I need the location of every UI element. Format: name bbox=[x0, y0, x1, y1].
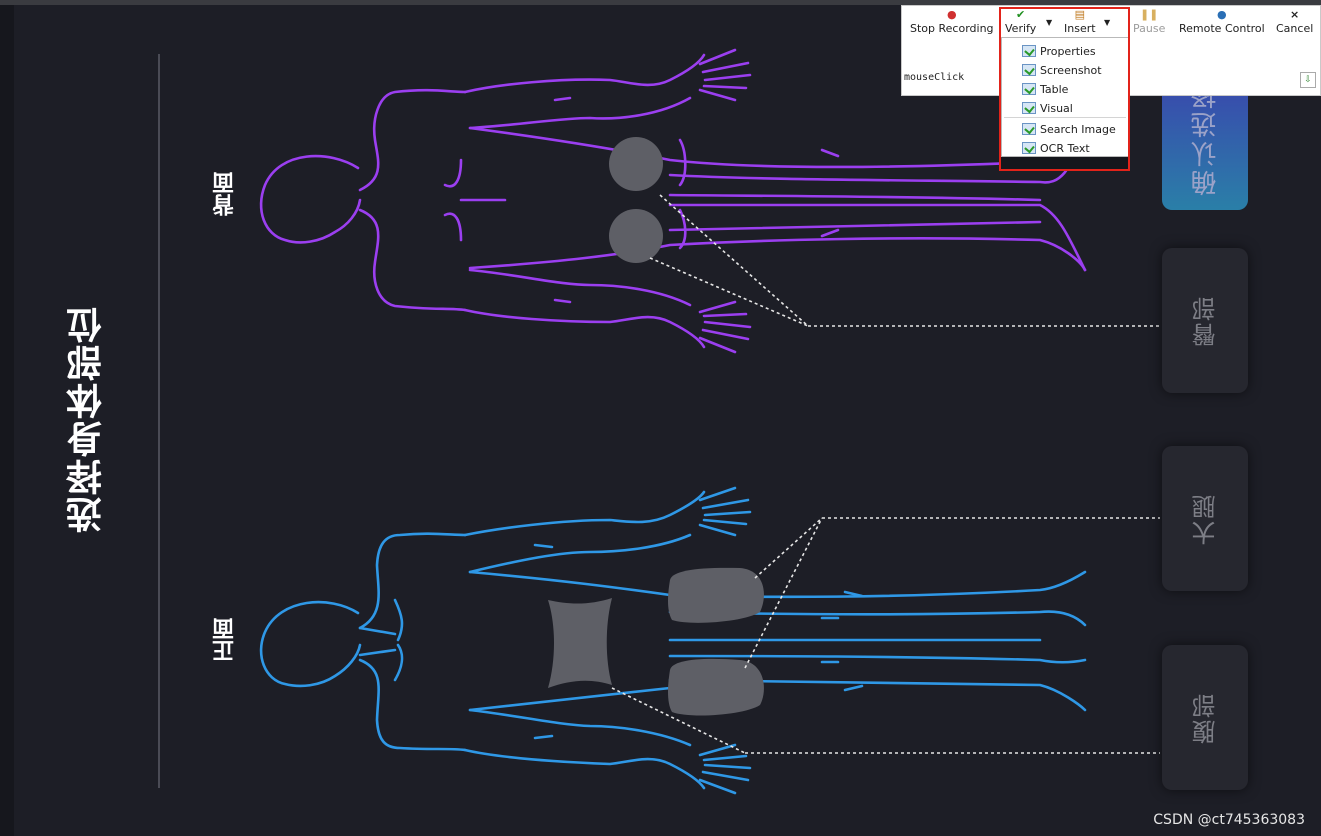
body-part-label: 大腿 bbox=[1191, 492, 1220, 545]
body-part-button-abdomen[interactable]: 腹部 bbox=[1162, 645, 1248, 790]
recorder-status-text: mouseClick bbox=[904, 72, 965, 83]
remote-control-button[interactable]: ● Remote Control bbox=[1179, 8, 1265, 42]
right-thigh-area[interactable] bbox=[668, 658, 764, 716]
upper-back-area[interactable] bbox=[609, 137, 663, 191]
close-icon: × bbox=[1290, 8, 1300, 21]
body-part-label: 臀部 bbox=[1191, 294, 1220, 347]
body-part-button-buttocks[interactable]: 臀部 bbox=[1162, 248, 1248, 393]
globe-icon: ● bbox=[1217, 8, 1227, 21]
front-body-outline bbox=[259, 486, 1087, 795]
pause-button[interactable]: ❚❚ Pause bbox=[1133, 8, 1165, 42]
lower-back-area[interactable] bbox=[609, 209, 663, 263]
red-highlight-box bbox=[999, 7, 1130, 171]
record-stop-icon: ● bbox=[946, 8, 957, 21]
expand-arrow-icon[interactable]: ⇩ bbox=[1300, 72, 1316, 88]
pause-icon: ❚❚ bbox=[1139, 8, 1159, 21]
abdomen-area[interactable] bbox=[548, 598, 612, 688]
watermark: CSDN @ct745363083 bbox=[1153, 812, 1305, 828]
body-part-button-thigh[interactable]: 大腿 bbox=[1162, 446, 1248, 591]
body-part-label: 腹部 bbox=[1191, 691, 1220, 744]
stop-recording-button[interactable]: ● Stop Recording bbox=[910, 8, 994, 42]
left-thigh-area[interactable] bbox=[668, 567, 764, 623]
cancel-button[interactable]: × Cancel bbox=[1276, 8, 1313, 42]
confirm-selection-label: 确认选择 bbox=[1190, 80, 1221, 196]
